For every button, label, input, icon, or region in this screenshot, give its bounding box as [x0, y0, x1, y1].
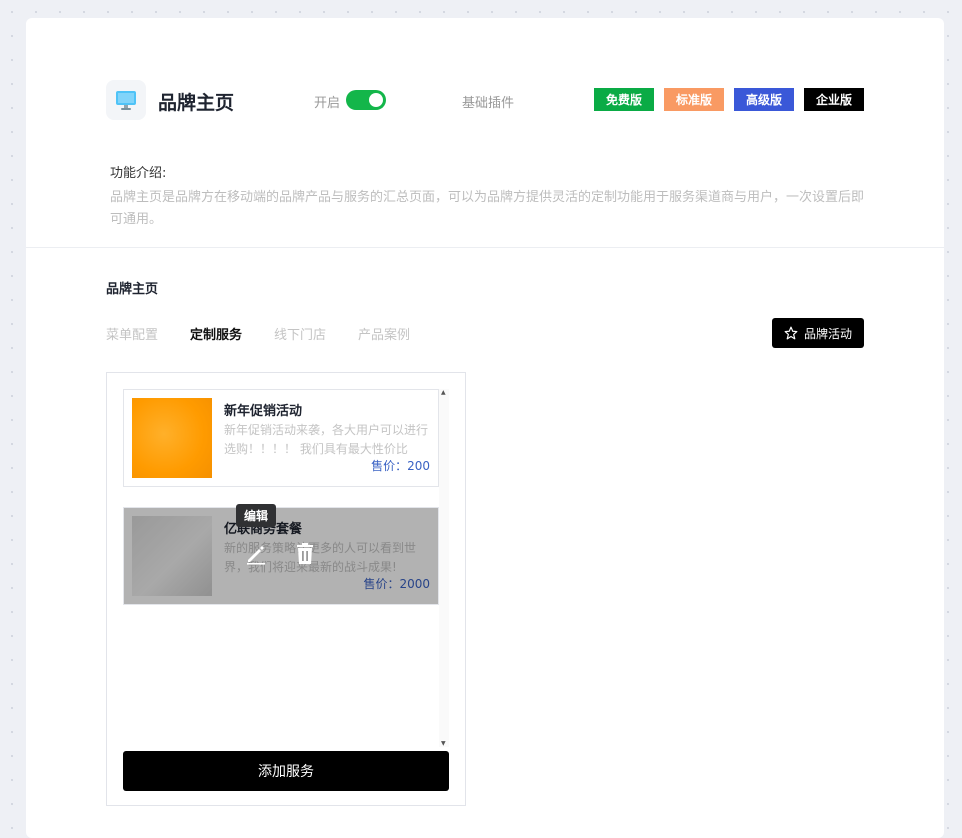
plugin-header: 品牌主页 开启 基础插件 免费版 标准版 高级版 企业版	[106, 80, 864, 120]
plugin-card: 品牌主页 开启 基础插件 免费版 标准版 高级版 企业版 功能介绍: 品牌主页是…	[26, 18, 944, 838]
edit-icon[interactable]	[244, 542, 268, 570]
service-item[interactable]: 亿联商务套餐 新的服务策略让更多的人可以看到世界，我们将迎来最新的战斗成果! 售…	[123, 504, 439, 605]
brand-activity-label: 品牌活动	[803, 326, 852, 341]
divider	[26, 247, 944, 248]
tab-bar: 菜单配置 定制服务 线下门店 产品案例	[106, 324, 410, 343]
badge-free: 免费版	[594, 88, 654, 111]
tab-menu-config[interactable]: 菜单配置	[106, 324, 158, 343]
feature-intro: 功能介绍: 品牌主页是品牌方在移动端的品牌产品与服务的汇总页面，可以为品牌方提供…	[110, 162, 870, 231]
add-service-button[interactable]: 添加服务	[123, 751, 449, 791]
intro-title: 功能介绍:	[110, 166, 167, 181]
scroll-up-arrow-icon[interactable]: ▲	[441, 389, 446, 396]
toggle-label: 开启	[314, 96, 341, 111]
badge-enterprise: 企业版	[804, 88, 864, 111]
service-price: 售价：200	[371, 457, 430, 474]
enable-toggle[interactable]	[346, 90, 386, 110]
scrollbar[interactable]: ▲ ▼	[439, 389, 449, 747]
badge-advanced: 高级版	[734, 88, 794, 111]
brand-activity-button[interactable]: 品牌活动	[771, 318, 864, 348]
toggle-knob	[369, 93, 383, 107]
monitor-icon	[106, 80, 146, 120]
plugin-type-label: 基础插件	[462, 96, 515, 111]
edition-badges: 免费版 标准版 高级版 企业版	[594, 88, 864, 111]
section-title: 品牌主页	[106, 282, 159, 297]
delete-icon[interactable]	[294, 542, 316, 570]
hover-overlay	[124, 508, 438, 604]
tab-offline-store[interactable]: 线下门店	[274, 324, 326, 343]
edit-tooltip: 编辑	[236, 504, 277, 527]
service-panel: 新年促销活动 新年促销活动来袭，各大用户可以进行选购！！！！ 我们具有最大性价比…	[106, 372, 466, 806]
price-value: 200	[407, 459, 430, 473]
price-prefix: 售价：	[371, 459, 408, 473]
service-desc: 新年促销活动来袭，各大用户可以进行选购！！！！ 我们具有最大性价比的...	[224, 423, 429, 456]
page-title: 品牌主页	[158, 92, 235, 114]
badge-standard: 标准版	[664, 88, 724, 111]
service-item[interactable]: 新年促销活动 新年促销活动来袭，各大用户可以进行选购！！！！ 我们具有最大性价比…	[123, 389, 439, 487]
service-list: 新年促销活动 新年促销活动来袭，各大用户可以进行选购！！！！ 我们具有最大性价比…	[123, 389, 449, 747]
service-name: 新年促销活动	[224, 404, 303, 419]
intro-text: 品牌主页是品牌方在移动端的品牌产品与服务的汇总页面，可以为品牌方提供灵活的定制功…	[110, 190, 865, 227]
scroll-down-arrow-icon[interactable]: ▼	[441, 740, 446, 747]
tab-product-case[interactable]: 产品案例	[358, 324, 410, 343]
tab-custom-service[interactable]: 定制服务	[190, 324, 242, 343]
service-thumbnail	[132, 398, 212, 478]
star-icon	[784, 326, 798, 340]
